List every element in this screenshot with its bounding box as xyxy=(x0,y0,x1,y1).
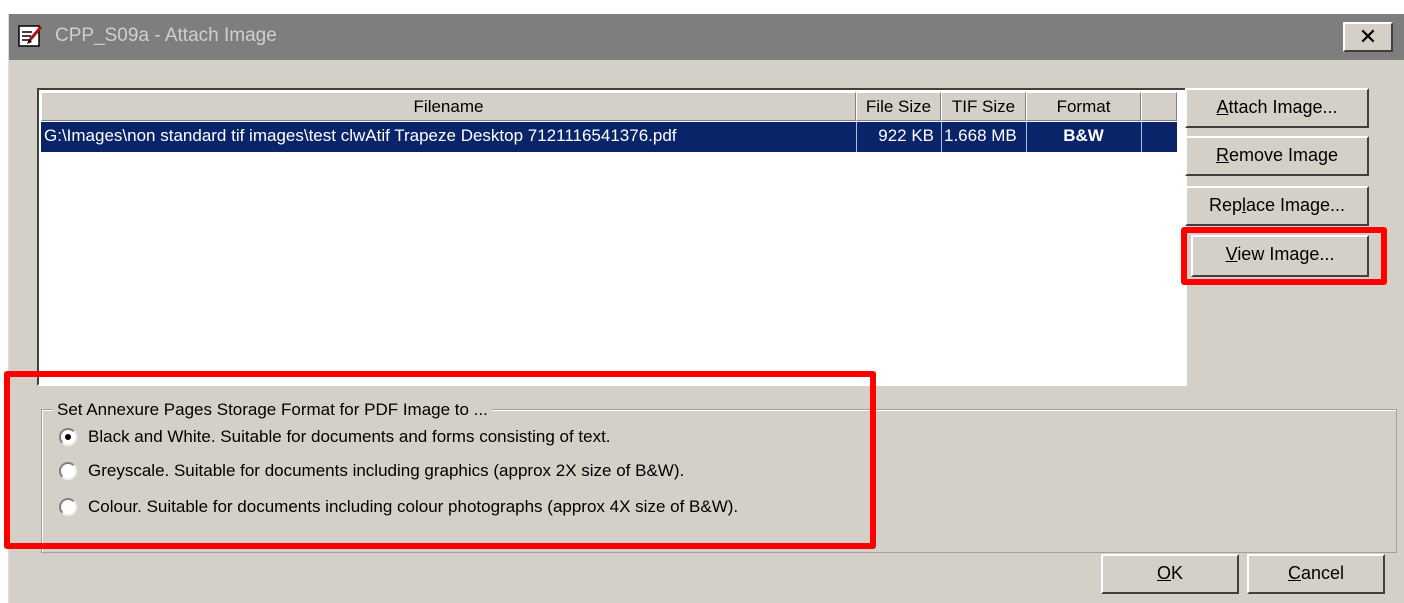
list-header: Filename File Size TIF Size Format xyxy=(41,92,1185,121)
attached-files-list[interactable]: Filename File Size TIF Size Format G:\Im… xyxy=(37,88,1187,386)
column-header-filler xyxy=(1141,92,1177,121)
close-icon: ✕ xyxy=(1358,24,1378,49)
column-header-format[interactable]: Format xyxy=(1026,92,1141,121)
cell-filename: G:\Images\non standard tif images\test c… xyxy=(44,126,677,145)
column-header-file-size[interactable]: File Size xyxy=(856,92,941,121)
column-header-tif-size[interactable]: TIF Size xyxy=(941,92,1026,121)
ok-button[interactable]: OK xyxy=(1101,554,1239,594)
view-image-highlight xyxy=(1181,227,1387,285)
cancel-button[interactable]: Cancel xyxy=(1247,554,1385,594)
storage-format-highlight xyxy=(4,371,876,549)
cell-tif-size: 1.668 MB xyxy=(944,126,1017,145)
replace-image-button[interactable]: Replace Image... xyxy=(1185,186,1369,226)
table-row[interactable]: G:\Images\non standard tif images\test c… xyxy=(41,122,1177,152)
cell-file-size: 922 KB xyxy=(878,126,934,145)
remove-image-button[interactable]: Remove Image xyxy=(1185,136,1369,176)
close-button[interactable]: ✕ xyxy=(1343,22,1393,52)
title-bar[interactable]: CPP_S09a - Attach Image ✕ xyxy=(9,14,1404,60)
column-header-filename[interactable]: Filename xyxy=(41,92,856,121)
attach-image-button[interactable]: Attach Image... xyxy=(1185,88,1369,128)
cell-format: B&W xyxy=(1063,126,1104,145)
window-title: CPP_S09a - Attach Image xyxy=(55,25,277,46)
edit-document-icon xyxy=(17,23,45,49)
